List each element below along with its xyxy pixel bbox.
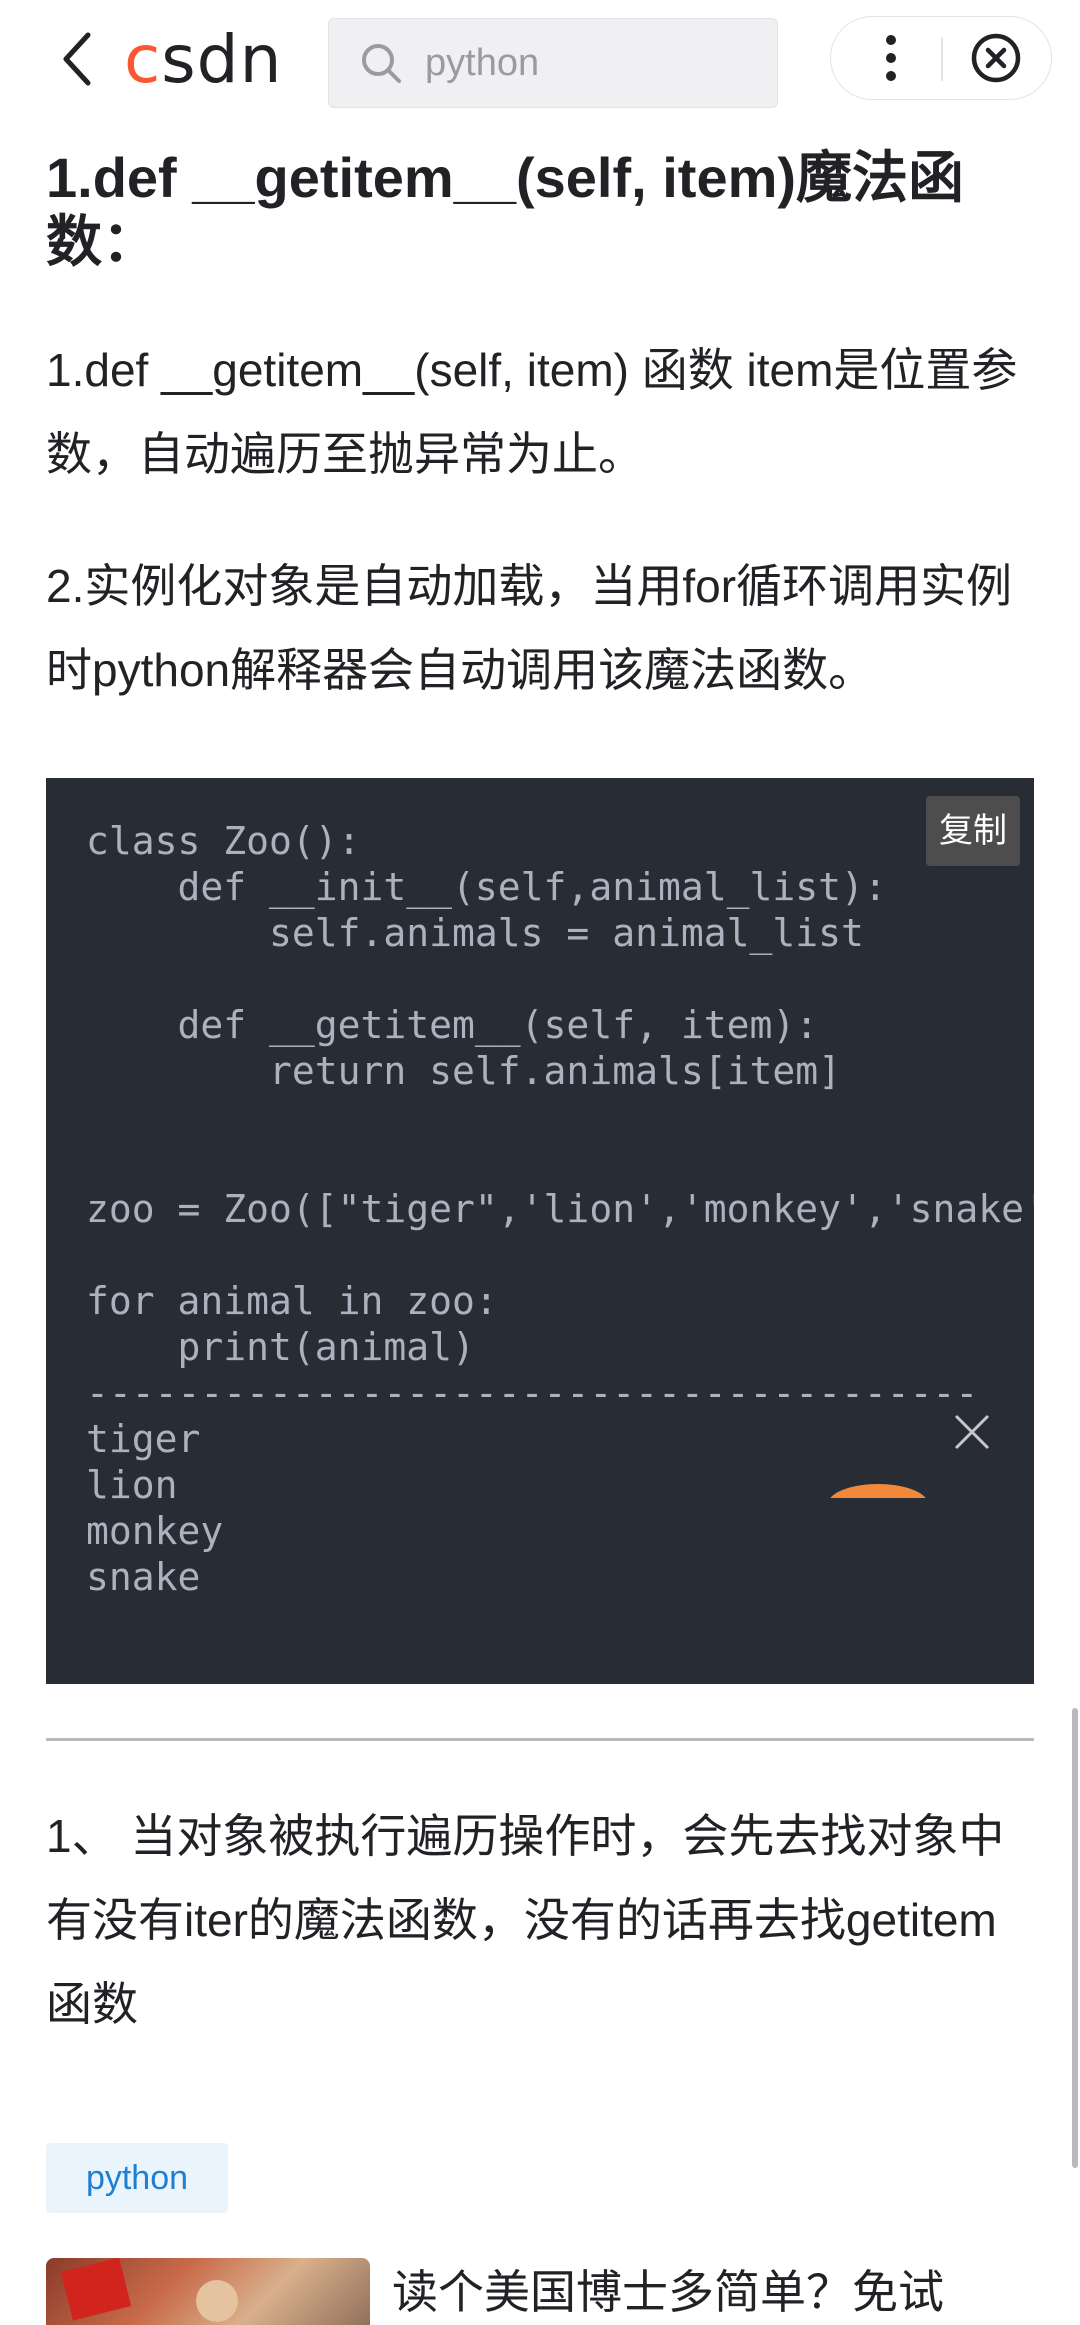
recommendation-thumbnail	[46, 2258, 370, 2325]
horizontal-rule	[46, 1738, 1034, 1741]
capsule-menu	[830, 16, 1052, 100]
recommendation-title: 读个美国博士多简单？免试	[392, 2266, 944, 2318]
close-circle-icon	[971, 33, 1021, 83]
floating-ad-image[interactable]	[828, 1484, 928, 1498]
search-input[interactable]: python	[328, 18, 778, 108]
recommendation-card[interactable]: 读个美国博士多简单？免试	[46, 2258, 1036, 2325]
csdn-logo[interactable]: csdn	[124, 24, 282, 96]
tag-python[interactable]: python	[46, 2143, 228, 2213]
logo-letter-c: c	[124, 21, 162, 98]
close-icon	[954, 1414, 990, 1450]
copy-code-button[interactable]: 复制	[926, 796, 1020, 866]
scrollbar[interactable]	[1072, 1708, 1078, 2168]
code-block: class Zoo(): def __init__(self,animal_li…	[46, 778, 1034, 1684]
paragraph-getitem-param: 1.def __getitem__(self, item) 函数 item是位置…	[46, 344, 1018, 480]
ad-close-button[interactable]	[942, 1402, 1002, 1462]
section-heading: 1.def __getitem__(self, item)魔法函数：	[46, 146, 965, 273]
search-icon	[357, 39, 405, 87]
person-graphic	[196, 2280, 238, 2322]
code-content: class Zoo(): def __init__(self,animal_li…	[86, 819, 1034, 1599]
more-button[interactable]	[861, 27, 921, 89]
back-button[interactable]	[48, 26, 108, 92]
capsule-divider	[941, 37, 943, 81]
paragraph-iter-lookup: 1、 当对象被执行遍历操作时，会先去找对象中有没有iter的魔法函数，没有的话再…	[46, 1810, 1005, 2030]
more-vertical-icon	[886, 35, 896, 81]
chevron-left-icon	[63, 32, 91, 86]
close-button[interactable]	[965, 27, 1027, 89]
logo-letters: sdn	[161, 21, 283, 98]
top-bar: csdn python	[0, 0, 1080, 118]
paragraph-auto-call: 2.实例化对象是自动加载，当用for循环调用实例时python解释器会自动调用该…	[46, 560, 1013, 696]
flag-graphic	[60, 2258, 132, 2321]
search-query: python	[425, 41, 540, 84]
